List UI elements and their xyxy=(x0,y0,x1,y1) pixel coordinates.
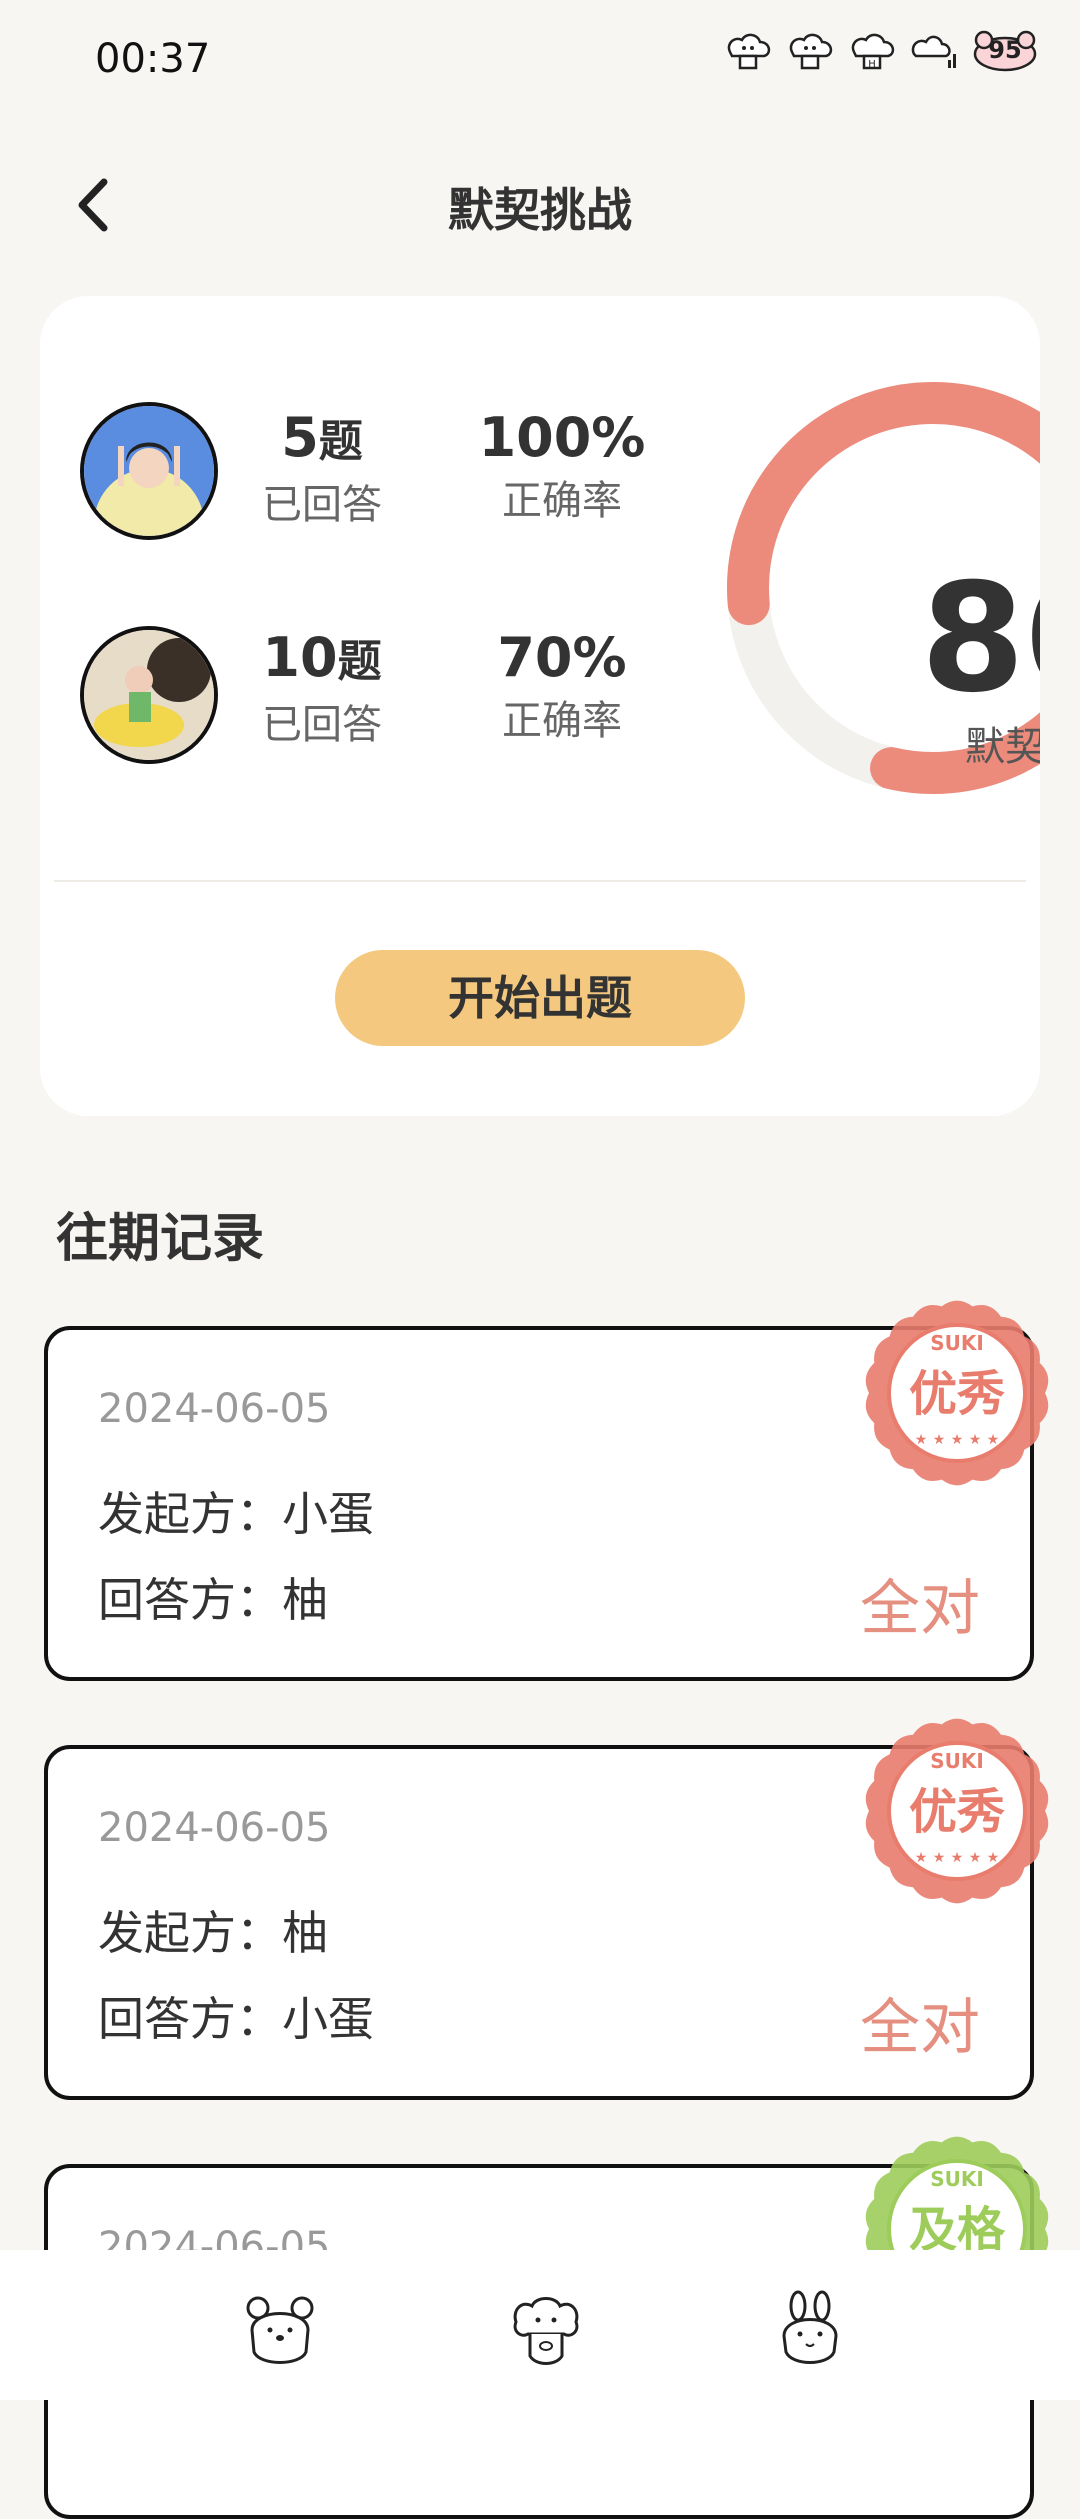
stat-answered-player-2: 10题 已回答 xyxy=(222,626,422,750)
stamp-top-text: SUKI xyxy=(930,1331,984,1355)
stamp-star: ★ xyxy=(915,1850,928,1866)
responder-name: 小蛋 xyxy=(282,1992,374,2046)
initiator-label: 发起方： xyxy=(98,1487,282,1541)
stamp-star: ★ xyxy=(969,1850,982,1866)
answered-unit: 题 xyxy=(318,416,363,467)
dog-icon[interactable] xyxy=(506,2290,586,2370)
answered-label: 已回答 xyxy=(262,482,382,528)
initiator-label: 发起方： xyxy=(98,1906,282,1960)
status-time: 00:37 xyxy=(95,36,211,82)
notification-icon xyxy=(727,33,771,70)
avatar-player-2[interactable] xyxy=(80,626,218,764)
svg-text:H: H xyxy=(868,59,876,70)
record-responder: 回答方：柚 xyxy=(98,1564,328,1630)
stamp-text: 优秀 xyxy=(909,1784,1005,1840)
battery-level: 95 xyxy=(988,36,1022,64)
record-date: 2024-06-05 xyxy=(98,1805,331,1851)
wifi-icon: H xyxy=(851,33,895,70)
answered-label: 已回答 xyxy=(262,702,382,748)
bottom-nav xyxy=(0,2250,1080,2400)
responder-name: 柚 xyxy=(282,1573,328,1627)
score-ring: 80 默契值 xyxy=(695,378,1040,798)
bear-icon[interactable] xyxy=(240,2290,320,2370)
avatar-player-1[interactable] xyxy=(80,402,218,540)
stamp-text: 优秀 xyxy=(909,1366,1005,1422)
stamp-top-text: SUKI xyxy=(930,2167,984,2191)
stamp-excellent: SUKI 优秀 ★ ★ ★ ★ ★ xyxy=(862,1716,1052,1906)
accuracy-label: 正确率 xyxy=(502,698,622,744)
accuracy-value: 70% xyxy=(497,626,627,689)
score-card: 5题 已回答 100% 正确率 10题 已回答 70% 正确率 80 默契值 开… xyxy=(40,296,1040,1116)
stamp-top-text: SUKI xyxy=(930,1749,984,1773)
page-title: 默契挑战 xyxy=(448,183,632,237)
divider xyxy=(54,880,1026,882)
record-result: 全对 xyxy=(860,1993,980,2063)
accuracy-label: 正确率 xyxy=(502,478,622,524)
stamp-star: ★ xyxy=(951,1850,964,1866)
history-title: 往期记录 xyxy=(56,1209,265,1269)
initiator-name: 柚 xyxy=(282,1906,328,1960)
stamp-star: ★ xyxy=(987,1432,1000,1448)
answered-count: 10 xyxy=(262,626,338,689)
header: 默契挑战 xyxy=(0,150,1080,260)
record-responder: 回答方：小蛋 xyxy=(98,1983,374,2049)
status-icons: H 95 xyxy=(722,30,1040,74)
signal-icon xyxy=(911,35,956,68)
responder-label: 回答方： xyxy=(98,1992,282,2046)
score-value: 80 xyxy=(920,552,1040,726)
stat-answered-player-1: 5题 已回答 xyxy=(222,406,422,530)
stamp-star: ★ xyxy=(933,1850,946,1866)
responder-label: 回答方： xyxy=(98,1573,282,1627)
start-quiz-button[interactable]: 开始出题 xyxy=(335,950,745,1046)
stamp-star: ★ xyxy=(915,1432,928,1448)
record-result: 全对 xyxy=(860,1574,980,1644)
record-initiator: 发起方：柚 xyxy=(98,1897,328,1963)
notification-icon xyxy=(789,33,833,70)
avatar-image xyxy=(84,406,214,536)
bunny-icon[interactable] xyxy=(770,2290,850,2370)
answered-unit: 题 xyxy=(337,636,382,687)
record-date: 2024-06-05 xyxy=(98,1386,331,1432)
stat-accuracy-player-2: 70% 正确率 xyxy=(462,626,662,746)
stamp-star: ★ xyxy=(987,1850,1000,1866)
score-label: 默契值 xyxy=(965,724,1040,770)
battery-icon: 95 xyxy=(970,30,1040,74)
stamp-star: ★ xyxy=(969,1432,982,1448)
initiator-name: 小蛋 xyxy=(282,1487,374,1541)
status-bar: 00:37 H 95 xyxy=(0,0,1080,120)
stamp-star: ★ xyxy=(951,1432,964,1448)
record-initiator: 发起方：小蛋 xyxy=(98,1478,374,1544)
stamp-excellent: SUKI 优秀 ★ ★ ★ ★ ★ xyxy=(862,1298,1052,1488)
accuracy-value: 100% xyxy=(478,406,646,469)
answered-count: 5 xyxy=(281,406,319,469)
stamp-star: ★ xyxy=(933,1432,946,1448)
avatar-image xyxy=(84,630,214,760)
stat-accuracy-player-1: 100% 正确率 xyxy=(462,406,662,526)
